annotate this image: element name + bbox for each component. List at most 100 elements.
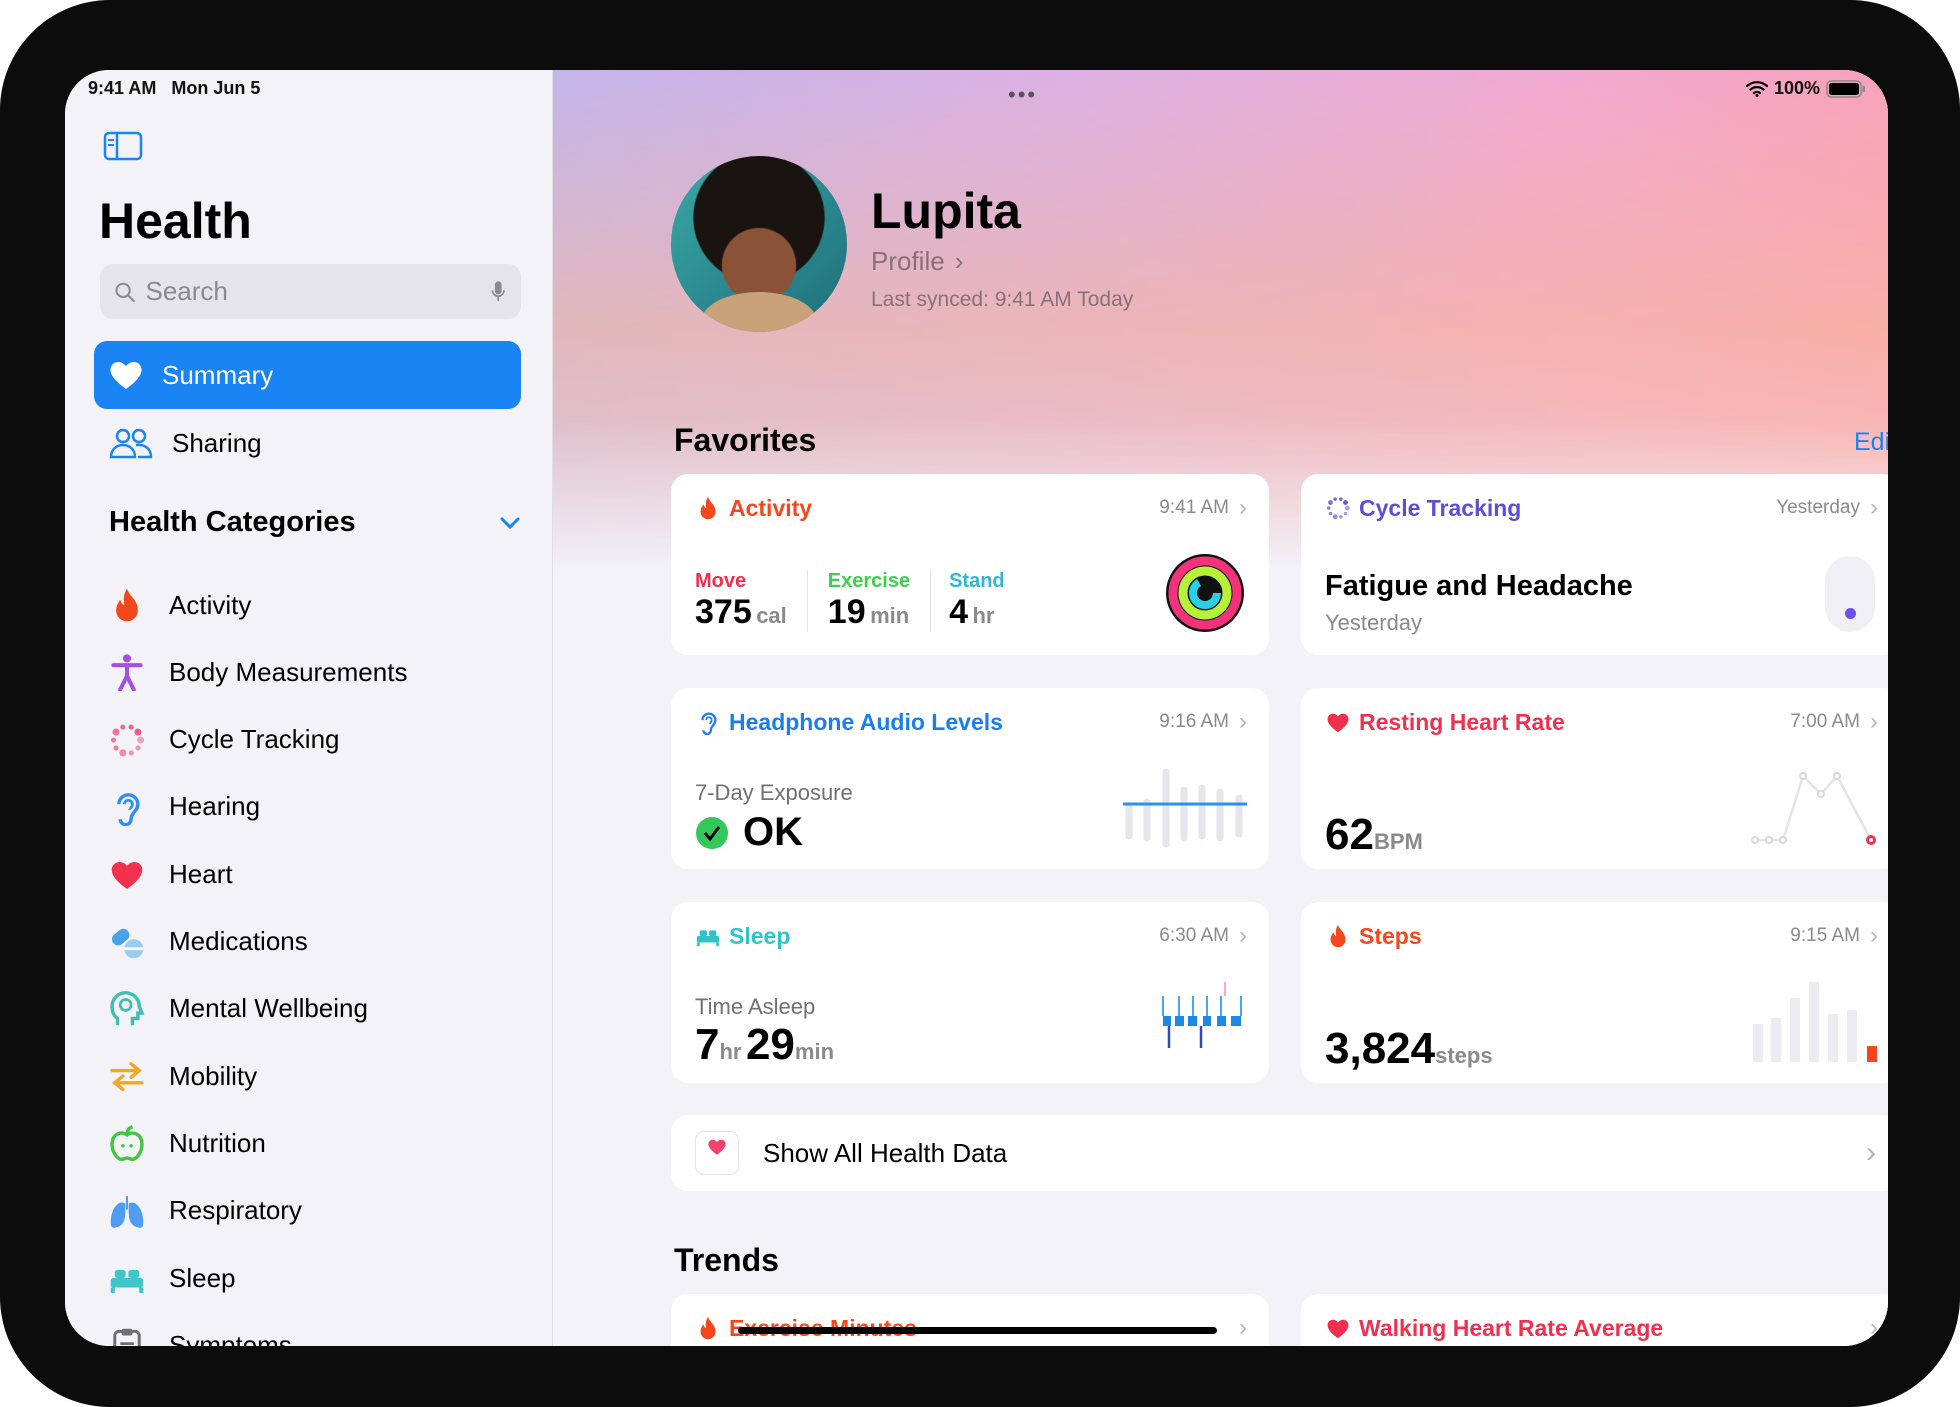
microphone-icon[interactable] bbox=[490, 277, 507, 307]
battery-icon bbox=[1826, 79, 1865, 98]
chevron-right-icon: › bbox=[1870, 494, 1878, 521]
sidebar-item-cycle-tracking[interactable]: Cycle Tracking bbox=[105, 710, 525, 770]
chevron-right-icon: › bbox=[1870, 922, 1878, 949]
sidebar-item-medications[interactable]: Medications bbox=[105, 912, 525, 972]
chevron-right-icon: › bbox=[1239, 494, 1247, 521]
cycle-date: Yesterday bbox=[1325, 610, 1423, 635]
cycle-day-indicator bbox=[1825, 556, 1875, 632]
trend-card-exercise-minutes[interactable]: Exercise Minutes› bbox=[671, 1294, 1269, 1346]
sidebar-item-label: Hearing bbox=[169, 791, 261, 822]
app-title: Health bbox=[99, 193, 252, 249]
sidebar-item-label: Sharing bbox=[172, 427, 262, 458]
main-content: ••• 100% Lupita Profile › Last synced: 9:… bbox=[553, 70, 1888, 1346]
sidebar-item-sharing[interactable]: Sharing bbox=[94, 409, 521, 477]
chevron-right-icon: › bbox=[1239, 1314, 1247, 1341]
activity-card[interactable]: Activity 9:41 AM › Move 375 cal Exercise 19 … bbox=[671, 474, 1269, 655]
heart-rate-sparkline bbox=[1751, 772, 1876, 845]
home-indicator[interactable] bbox=[738, 1327, 1217, 1334]
sidebar-item-label: Nutrition bbox=[169, 1127, 266, 1158]
checkmark-circle-icon bbox=[696, 816, 728, 849]
search-bar[interactable] bbox=[100, 264, 521, 319]
chevron-down-icon[interactable] bbox=[499, 516, 521, 530]
activity-rings-icon bbox=[1166, 554, 1244, 632]
sidebar-item-body-measurements[interactable]: Body Measurements bbox=[105, 642, 525, 702]
steps-bar-chart bbox=[1753, 982, 1877, 1062]
bed-icon bbox=[695, 923, 721, 949]
flame-icon bbox=[1325, 923, 1351, 949]
flame-icon bbox=[695, 495, 721, 521]
heart-icon bbox=[110, 361, 142, 389]
flame-icon bbox=[105, 583, 149, 627]
sidebar-item-sleep[interactable]: Sleep bbox=[105, 1248, 525, 1308]
profile-avatar[interactable] bbox=[671, 156, 847, 332]
profile-name: Lupita bbox=[871, 183, 1021, 239]
bed-icon bbox=[105, 1256, 149, 1300]
sidebar-item-nutrition[interactable]: Nutrition bbox=[105, 1113, 525, 1173]
sidebar: 9:41 AM Mon Jun 5 Health Summary Sharing… bbox=[65, 70, 553, 1346]
last-synced: Last synced: 9:41 AM Today bbox=[871, 288, 1134, 311]
search-icon bbox=[115, 282, 135, 302]
favorites-title: Favorites bbox=[674, 422, 817, 458]
sidebar-toggle-icon[interactable] bbox=[103, 131, 143, 161]
wifi-icon bbox=[1745, 80, 1768, 97]
sidebar-item-mobility[interactable]: Mobility bbox=[105, 1046, 525, 1106]
status-time: 9:41 AM Mon Jun 5 bbox=[88, 78, 261, 98]
sidebar-item-label: Mobility bbox=[169, 1060, 258, 1091]
ear-icon bbox=[695, 709, 721, 735]
heart-icon bbox=[1325, 709, 1351, 735]
sleep-card[interactable]: Sleep 6:30 AM › Time Asleep 7hr 29min bbox=[671, 902, 1269, 1083]
flame-icon bbox=[695, 1315, 721, 1341]
sidebar-item-label: Body Measurements bbox=[169, 656, 408, 687]
cycle-symptom: Fatigue and Headache bbox=[1325, 570, 1633, 602]
chevron-right-icon: › bbox=[1870, 708, 1878, 735]
battery-percent: 100% bbox=[1773, 78, 1820, 98]
cycle-tracking-card[interactable]: Cycle Tracking Yesterday › Fatigue and Hea… bbox=[1301, 474, 1888, 655]
sidebar-item-symptoms[interactable]: Symptoms bbox=[105, 1315, 525, 1346]
sidebar-item-mental-wellbeing[interactable]: Mental Wellbeing bbox=[105, 979, 525, 1039]
search-input[interactable] bbox=[145, 276, 481, 307]
sidebar-item-respiratory[interactable]: Respiratory bbox=[105, 1181, 525, 1241]
sidebar-item-heart[interactable]: Heart bbox=[105, 844, 525, 904]
cycle-icon bbox=[1325, 495, 1351, 521]
chevron-right-icon: › bbox=[1866, 1136, 1876, 1169]
cycle-icon bbox=[105, 718, 149, 762]
health-categories-header[interactable]: Health Categories bbox=[109, 506, 521, 539]
profile-link[interactable]: Profile › bbox=[871, 246, 963, 277]
status-date: Mon Jun 5 bbox=[171, 78, 261, 98]
arrows-icon bbox=[105, 1054, 149, 1098]
heart-icon bbox=[105, 852, 149, 896]
sidebar-item-label: Sleep bbox=[169, 1262, 236, 1293]
health-app-icon bbox=[695, 1131, 739, 1175]
resting-heart-rate-card[interactable]: Resting Heart Rate 7:00 AM › 62BPM bbox=[1301, 688, 1888, 869]
edit-button[interactable]: Edit bbox=[1854, 428, 1888, 457]
sidebar-item-activity[interactable]: Activity bbox=[105, 575, 525, 635]
audio-sparkline bbox=[1123, 768, 1247, 848]
chevron-right-icon: › bbox=[954, 246, 964, 276]
sidebar-item-label: Respiratory bbox=[169, 1195, 302, 1226]
headphone-audio-card[interactable]: Headphone Audio Levels 9:16 AM › 7-Day Exp… bbox=[671, 688, 1269, 869]
apple-icon bbox=[105, 1121, 149, 1165]
chevron-right-icon: › bbox=[1239, 922, 1247, 949]
sidebar-item-label: Symptoms bbox=[169, 1329, 292, 1346]
screen: 9:41 AM Mon Jun 5 Health Summary Sharing… bbox=[65, 70, 1888, 1346]
figure-icon bbox=[105, 650, 149, 694]
multitasking-dots-icon[interactable]: ••• bbox=[1008, 82, 1037, 108]
steps-card[interactable]: Steps 9:15 AM › 3,824steps bbox=[1301, 902, 1888, 1083]
trends-title: Trends bbox=[674, 1242, 779, 1278]
sidebar-item-hearing[interactable]: Hearing bbox=[105, 777, 525, 837]
trend-card-walking-heart-rate[interactable]: Walking Heart Rate Average › bbox=[1301, 1294, 1888, 1346]
sidebar-item-label: Heart bbox=[169, 858, 233, 889]
sidebar-item-label: Cycle Tracking bbox=[169, 724, 340, 755]
ear-icon bbox=[105, 785, 149, 829]
chevron-right-icon: › bbox=[1239, 708, 1247, 735]
sidebar-item-label: Medications bbox=[169, 926, 308, 956]
heart-icon bbox=[1325, 1315, 1351, 1341]
people-icon bbox=[109, 428, 153, 459]
show-all-health-data-button[interactable]: Show All Health Data › bbox=[671, 1115, 1888, 1191]
sleep-stages-chart bbox=[1162, 982, 1242, 1048]
sidebar-item-label: Summary bbox=[162, 359, 274, 390]
status-right: 100% bbox=[1745, 78, 1866, 99]
clipboard-icon bbox=[105, 1323, 149, 1346]
brain-head-icon bbox=[105, 987, 149, 1031]
sidebar-item-summary[interactable]: Summary bbox=[94, 341, 521, 409]
